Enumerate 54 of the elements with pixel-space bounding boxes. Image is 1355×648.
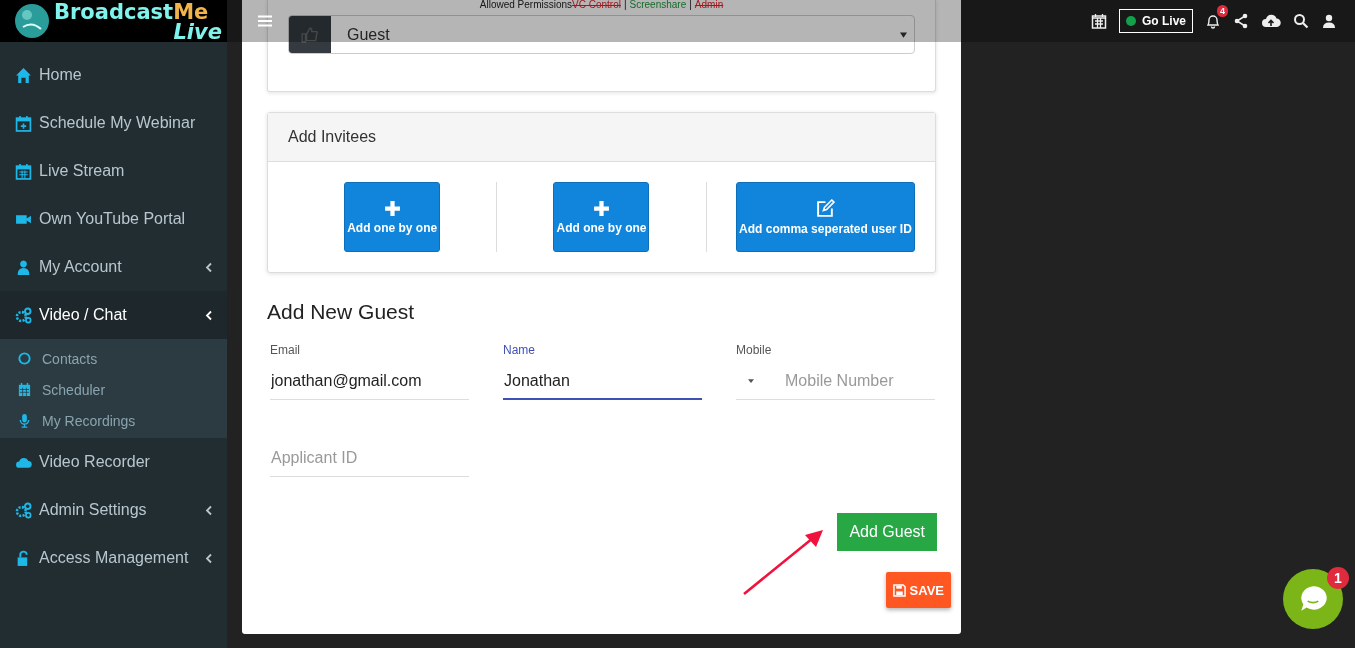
logo-text: Broadcast <box>54 2 174 22</box>
calendar-icon <box>17 382 32 397</box>
submenu-item[interactable]: Contacts <box>0 343 227 374</box>
chat-widget-button[interactable] <box>1283 569 1343 629</box>
notification-badge: 4 <box>1217 5 1228 17</box>
circle-icon <box>17 351 32 366</box>
mic-icon <box>17 413 32 428</box>
input-field[interactable]: jonathan@gmail.com <box>270 363 469 399</box>
calendar-icon[interactable] <box>1091 13 1107 29</box>
plus-icon <box>383 199 401 217</box>
home-icon <box>15 66 32 84</box>
thumb-icon <box>301 25 319 44</box>
logo-text: Me <box>173 2 209 22</box>
permissions-text: Allowed PermissionsVC Control | Screenshare | Admin <box>478 0 725 12</box>
add-invitee-button[interactable]: Add one by one <box>553 182 650 252</box>
plus-icon <box>593 199 610 217</box>
go-live-button[interactable]: Go Live <box>1119 9 1193 33</box>
section-title: Add New Guest <box>267 299 416 325</box>
sidebar-item[interactable]: Access Management <box>0 534 227 582</box>
input-field[interactable]: Applicant ID <box>270 440 469 476</box>
user-icon[interactable] <box>1321 13 1337 29</box>
submenu-item[interactable]: My Recordings <box>0 405 227 436</box>
sidebar-item[interactable]: Video Recorder <box>0 438 227 486</box>
sidebar-item[interactable]: Live Stream <box>0 147 227 195</box>
sidebar-item[interactable]: My Account <box>0 243 227 291</box>
cloud-upload-icon[interactable] <box>1261 13 1281 29</box>
user-icon <box>15 258 32 276</box>
input-field[interactable]: Jonathan <box>503 363 702 400</box>
search-icon[interactable] <box>1293 13 1309 29</box>
submenu-item[interactable]: Scheduler <box>0 374 227 405</box>
field-label: Email <box>270 343 301 359</box>
role-select[interactable]: Guest <box>288 15 915 54</box>
phone-field[interactable]: Mobile Number <box>784 363 935 399</box>
sidebar-item[interactable]: Video / Chat <box>0 291 227 339</box>
add-invitee-button[interactable]: Add comma seperated user ID <box>736 182 915 252</box>
field-label: Name <box>503 343 536 359</box>
share-icon[interactable] <box>1233 13 1249 29</box>
logo-text: Live <box>172 22 223 42</box>
logo[interactable]: BroadcastMe Live <box>0 0 227 42</box>
sidebar-item[interactable]: Schedule My Webinar <box>0 99 227 147</box>
card-title: Add Invitees <box>288 128 377 146</box>
floppy-icon <box>892 583 906 597</box>
calendar-icon <box>15 162 32 180</box>
caret-icon <box>900 31 907 38</box>
sidebar-item[interactable]: Admin Settings <box>0 486 227 534</box>
calendar-plus-icon <box>15 114 32 132</box>
sidebar-item[interactable]: Own YouTube Portal <box>0 195 227 243</box>
add-invitee-button[interactable]: Add one by one <box>344 182 441 252</box>
chat-badge: 1 <box>1327 567 1349 589</box>
sidebar-item[interactable]: Home <box>0 51 227 99</box>
country-dropdown-icon[interactable] <box>748 379 754 383</box>
edit-icon <box>816 198 835 218</box>
bell-icon[interactable] <box>1205 13 1221 29</box>
field-label: Mobile <box>736 343 773 359</box>
